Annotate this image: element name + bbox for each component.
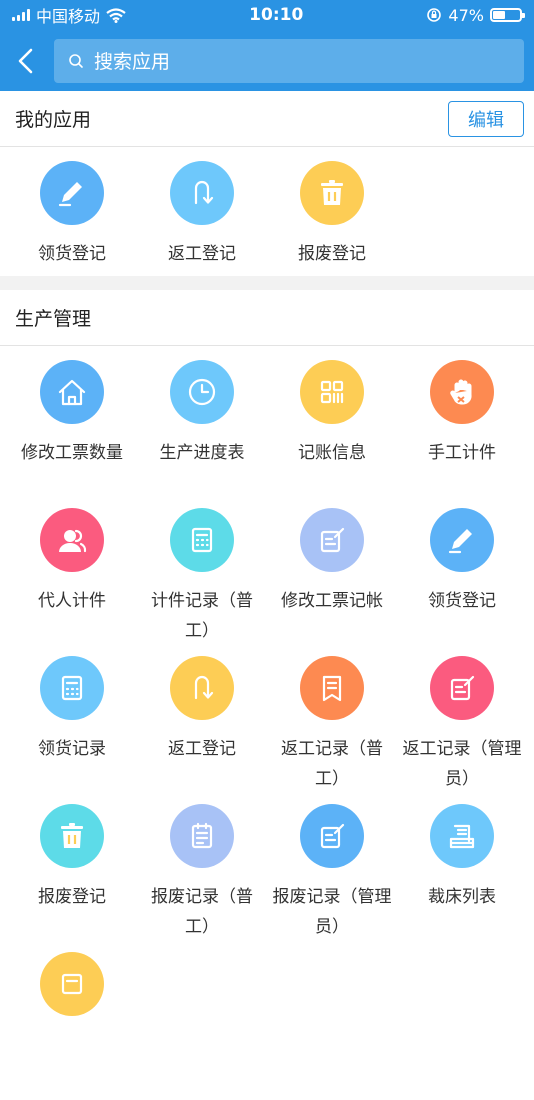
production-app-14[interactable]: 报废记录（管理员） bbox=[267, 804, 397, 952]
app-label: 裁床列表 bbox=[428, 887, 496, 907]
production-app-7[interactable]: 领货登记 bbox=[397, 508, 527, 656]
production-app-16[interactable] bbox=[7, 952, 137, 1100]
production-app-4[interactable]: 代人计件 bbox=[7, 508, 137, 656]
box-icon bbox=[40, 952, 104, 1016]
qr-grid-icon bbox=[300, 360, 364, 424]
record-icon bbox=[40, 656, 104, 720]
bookmark-doc-icon bbox=[300, 656, 364, 720]
app-label: 报废记录（管理员） bbox=[272, 887, 392, 937]
my-apps-grid: 领货登记 返工登记 报废登记 bbox=[0, 147, 534, 280]
trash-icon bbox=[40, 804, 104, 868]
app-label: 计件记录（普工） bbox=[151, 591, 253, 641]
u-turn-icon bbox=[170, 656, 234, 720]
my-app-1[interactable]: 返工登记 bbox=[137, 161, 267, 280]
edit-doc-icon bbox=[300, 508, 364, 572]
users-icon bbox=[40, 508, 104, 572]
edit-doc-icon bbox=[300, 804, 364, 868]
production-title: 生产管理 bbox=[15, 308, 92, 330]
edit-doc-icon bbox=[430, 656, 494, 720]
pencil-icon bbox=[40, 161, 104, 225]
carrier-name: 中国移动 bbox=[36, 7, 101, 26]
app-label: 领货登记 bbox=[428, 591, 496, 611]
search-icon bbox=[69, 53, 83, 68]
my-apps-header: 我的应用 编辑 bbox=[0, 91, 534, 147]
app-label: 返工登记 bbox=[168, 739, 236, 759]
production-app-0[interactable]: 修改工票数量 bbox=[7, 360, 137, 508]
app-header: 搜索应用 bbox=[0, 30, 534, 91]
app-label: 报废登记 bbox=[38, 887, 106, 907]
production-app-2[interactable]: 记账信息 bbox=[267, 360, 397, 508]
search-placeholder: 搜索应用 bbox=[94, 51, 171, 73]
production-app-15[interactable]: 裁床列表 bbox=[397, 804, 527, 952]
status-bar: 中国移动 10:10 47% bbox=[0, 0, 534, 30]
production-app-1[interactable]: 生产进度表 bbox=[137, 360, 267, 508]
wifi-icon bbox=[106, 7, 126, 23]
app-label: 生产进度表 bbox=[159, 443, 245, 463]
u-turn-icon bbox=[170, 161, 234, 225]
back-button[interactable] bbox=[8, 41, 42, 81]
production-app-10[interactable]: 返工记录（普工） bbox=[267, 656, 397, 804]
production-app-9[interactable]: 返工登记 bbox=[137, 656, 267, 804]
my-app-2[interactable]: 报废登记 bbox=[267, 161, 397, 280]
production-app-6[interactable]: 修改工票记帐 bbox=[267, 508, 397, 656]
app-label: 领货登记 bbox=[38, 244, 106, 264]
app-label: 修改工票记帐 bbox=[281, 591, 383, 611]
app-label: 领货记录 bbox=[38, 739, 106, 759]
chevron-left-icon bbox=[18, 48, 33, 73]
app-label: 代人计件 bbox=[38, 591, 106, 611]
edit-button[interactable]: 编辑 bbox=[448, 100, 524, 137]
app-label: 返工记录（普工） bbox=[281, 739, 383, 789]
app-label: 记账信息 bbox=[298, 443, 366, 463]
app-label: 修改工票数量 bbox=[21, 443, 123, 463]
app-label: 报废记录（普工） bbox=[151, 887, 253, 937]
signal-icon bbox=[12, 9, 30, 21]
stack-doc-icon bbox=[430, 804, 494, 868]
my-app-0[interactable]: 领货登记 bbox=[7, 161, 137, 280]
clock-icon bbox=[170, 360, 234, 424]
trash-icon bbox=[300, 161, 364, 225]
app-label: 手工计件 bbox=[428, 443, 496, 463]
production-grid: 修改工票数量 生产进度表 记账信息 手工计件代人计件 计件记录（普工） 修改工票记帐 领货登… bbox=[0, 346, 534, 1100]
pencil-icon bbox=[430, 508, 494, 572]
battery-percent: 47% bbox=[448, 5, 484, 25]
production-header: 生产管理 bbox=[0, 290, 534, 346]
my-apps-title: 我的应用 bbox=[15, 109, 92, 131]
hand-icon bbox=[430, 360, 494, 424]
search-input[interactable]: 搜索应用 bbox=[54, 38, 524, 83]
battery-icon bbox=[489, 8, 525, 22]
calculator-icon bbox=[170, 508, 234, 572]
production-app-13[interactable]: 报废记录（普工） bbox=[137, 804, 267, 952]
status-time: 10:10 bbox=[249, 5, 304, 25]
production-app-11[interactable]: 返工记录（管理员） bbox=[397, 656, 527, 804]
production-app-8[interactable]: 领货记录 bbox=[7, 656, 137, 804]
home-icon bbox=[40, 360, 104, 424]
production-app-3[interactable]: 手工计件 bbox=[397, 360, 527, 508]
app-label: 返工登记 bbox=[168, 244, 236, 264]
rotation-lock-icon bbox=[427, 8, 442, 22]
clipboard-icon bbox=[170, 804, 234, 868]
app-label: 报废登记 bbox=[298, 244, 366, 264]
app-label: 返工记录（管理员） bbox=[402, 739, 522, 789]
production-app-5[interactable]: 计件记录（普工） bbox=[137, 508, 267, 656]
production-app-12[interactable]: 报废登记 bbox=[7, 804, 137, 952]
